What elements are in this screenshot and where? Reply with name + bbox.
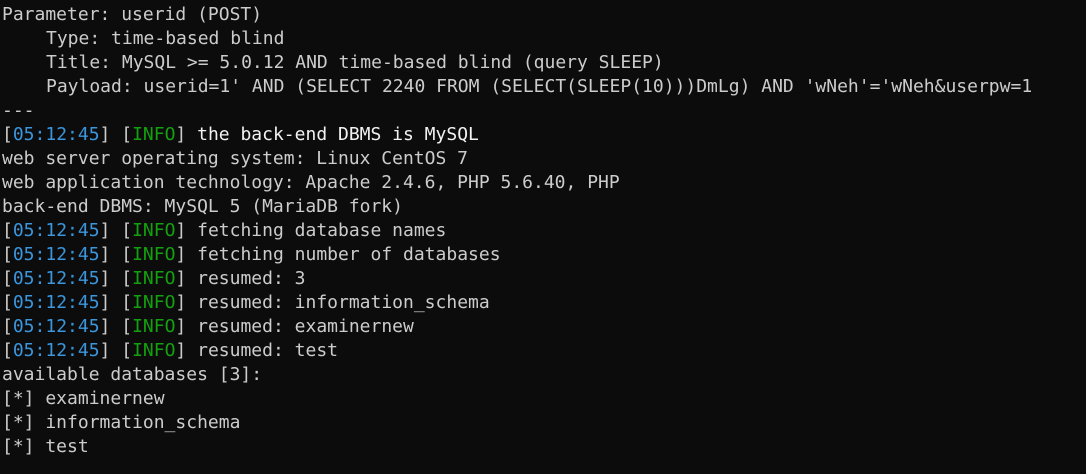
dbms-line: back-end DBMS: MySQL 5 (MariaDB fork)	[2, 196, 403, 217]
log-line: [05:12:45] [INFO] resumed: information_s…	[2, 292, 490, 313]
parameter-line: Parameter: userid (POST)	[2, 4, 263, 25]
log-line: [05:12:45] [INFO] fetching number of dat…	[2, 244, 501, 265]
title-line: Title: MySQL >= 5.0.12 AND time-based bl…	[46, 52, 664, 73]
log-timestamp: 05:12:45	[12, 316, 100, 337]
os-line: web server operating system: Linux CentO…	[2, 148, 468, 169]
log-message: fetching number of databases	[197, 244, 501, 265]
type-line: Type: time-based blind	[46, 28, 285, 49]
database-item: [*] test	[2, 436, 89, 457]
log-line: [05:12:45] [INFO] fetching database name…	[2, 220, 447, 241]
log-timestamp: 05:12:45	[12, 292, 100, 313]
log-line: [05:12:45] [INFO] resumed: 3	[2, 268, 306, 289]
log-message: the back-end DBMS is MySQL	[197, 124, 479, 145]
database-item: [*] examinernew	[2, 388, 165, 409]
log-message: resumed: 3	[197, 268, 306, 289]
technology-line: web application technology: Apache 2.4.6…	[2, 172, 620, 193]
log-line: [05:12:45] [INFO] resumed: test	[2, 340, 338, 361]
log-timestamp: 05:12:45	[12, 268, 100, 289]
separator-line: ---	[2, 100, 35, 121]
log-timestamp: 05:12:45	[12, 244, 100, 265]
log-message: resumed: information_schema	[197, 292, 490, 313]
databases-header: available databases [3]:	[2, 364, 263, 385]
terminal-output[interactable]: Parameter: userid (POST) Type: time-base…	[0, 0, 1086, 474]
log-timestamp: 05:12:45	[12, 220, 100, 241]
log-timestamp: 05:12:45	[12, 340, 100, 361]
log-level: INFO	[132, 340, 176, 361]
log-level: INFO	[132, 244, 176, 265]
log-message: resumed: test	[197, 340, 338, 361]
log-level: INFO	[132, 316, 176, 337]
log-line: [05:12:45] [INFO] the back-end DBMS is M…	[2, 124, 479, 145]
log-level: INFO	[132, 220, 176, 241]
log-level: INFO	[132, 268, 176, 289]
log-message: resumed: examinernew	[197, 316, 414, 337]
database-item: [*] information_schema	[2, 412, 241, 433]
log-line: [05:12:45] [INFO] resumed: examinernew	[2, 316, 414, 337]
log-level: INFO	[132, 292, 176, 313]
log-level: INFO	[132, 124, 176, 145]
log-timestamp: 05:12:45	[12, 124, 100, 145]
log-message: fetching database names	[197, 220, 447, 241]
payload-line: Payload: userid=1' AND (SELECT 2240 FROM…	[46, 76, 1033, 97]
